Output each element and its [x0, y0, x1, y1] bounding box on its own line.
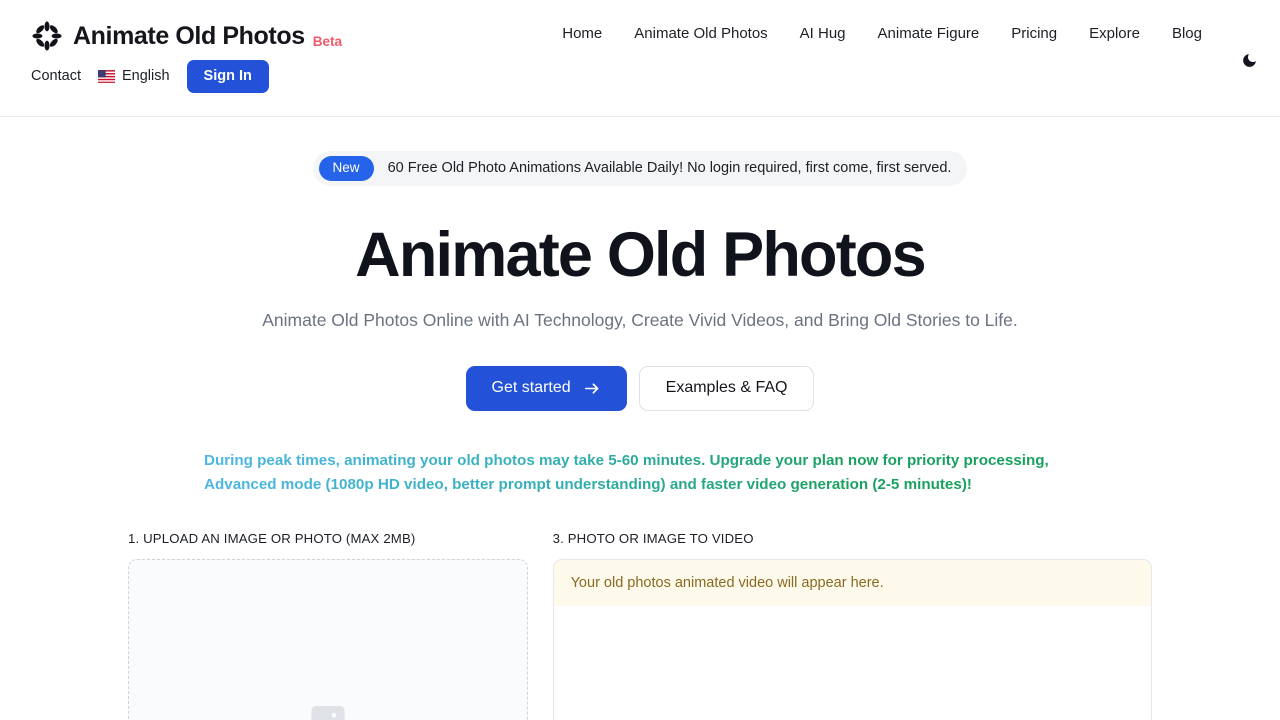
brand-title: Animate Old Photos — [73, 21, 305, 50]
site-header: Animate Old Photos Beta Contact English … — [0, 0, 1280, 117]
peak-times-notice: During peak times, animating your old ph… — [204, 449, 1076, 497]
sign-in-button[interactable]: Sign In — [186, 60, 269, 93]
announcement-banner[interactable]: New 60 Free Old Photo Animations Availab… — [312, 151, 968, 186]
nav-item-blog[interactable]: Blog — [1172, 25, 1202, 42]
page-title: Animate Old Photos — [355, 219, 926, 290]
announcement-badge[interactable]: New — [318, 156, 374, 181]
language-label: English — [121, 68, 170, 85]
cta-button-row: Get started Examples & FAQ — [0, 365, 1280, 411]
nav-item-animate-old-photos[interactable]: Animate Old Photos — [634, 25, 767, 42]
nav-item-animate-figure[interactable]: Animate Figure — [878, 25, 980, 42]
hero-section: New 60 Free Old Photo Animations Availab… — [0, 117, 1280, 497]
video-column: 3. PHOTO OR IMAGE TO VIDEO Your old phot… — [552, 531, 1152, 720]
work-area: 1. UPLOAD AN IMAGE OR PHOTO (MAX 2MB) Cl… — [0, 531, 1280, 720]
announcement-text: 60 Free Old Photo Animations Available D… — [387, 160, 952, 177]
contact-link[interactable]: Contact — [31, 68, 81, 84]
video-output-panel: Your old photos animated video will appe… — [552, 559, 1152, 720]
get-started-button[interactable]: Get started — [465, 365, 627, 411]
language-selector[interactable]: English — [97, 68, 170, 85]
nav-item-ai-hug[interactable]: AI Hug — [800, 25, 846, 42]
beta-badge: Beta — [312, 34, 342, 49]
nav-item-home[interactable]: Home — [562, 25, 602, 42]
upload-section-label: 1. UPLOAD AN IMAGE OR PHOTO (MAX 2MB) — [128, 531, 416, 547]
notice-part1: During peak times, animating your old ph… — [204, 451, 710, 469]
arrow-right-icon — [584, 381, 601, 396]
dark-mode-toggle[interactable] — [1234, 45, 1264, 75]
upgrade-plan-link[interactable]: Upgrade your plan now — [710, 452, 879, 469]
image-placeholder-icon — [307, 699, 349, 720]
brand-logo-group[interactable]: Animate Old Photos Beta — [31, 20, 342, 52]
get-started-label: Get started — [491, 379, 571, 397]
upload-column: 1. UPLOAD AN IMAGE OR PHOTO (MAX 2MB) Cl… — [128, 531, 528, 720]
video-placeholder-banner: Your old photos animated video will appe… — [553, 560, 1151, 607]
header-subnav: Contact English Sign In — [31, 60, 269, 93]
us-flag-icon — [97, 69, 115, 83]
nav-item-pricing[interactable]: Pricing — [1011, 25, 1057, 42]
main-navigation: Home Animate Old Photos AI Hug Animate F… — [562, 25, 1202, 42]
nav-item-explore[interactable]: Explore — [1089, 25, 1140, 42]
video-section-label: 3. PHOTO OR IMAGE TO VIDEO — [552, 531, 754, 547]
flower-asterisk-logo-icon — [31, 20, 63, 52]
image-upload-dropzone[interactable]: Click to upload or copy and paste PNG, J… — [128, 559, 528, 720]
hero-subtitle: Animate Old Photos Online with AI Techno… — [262, 309, 1018, 330]
moon-icon — [1241, 52, 1258, 69]
examples-faq-button[interactable]: Examples & FAQ — [638, 365, 815, 411]
